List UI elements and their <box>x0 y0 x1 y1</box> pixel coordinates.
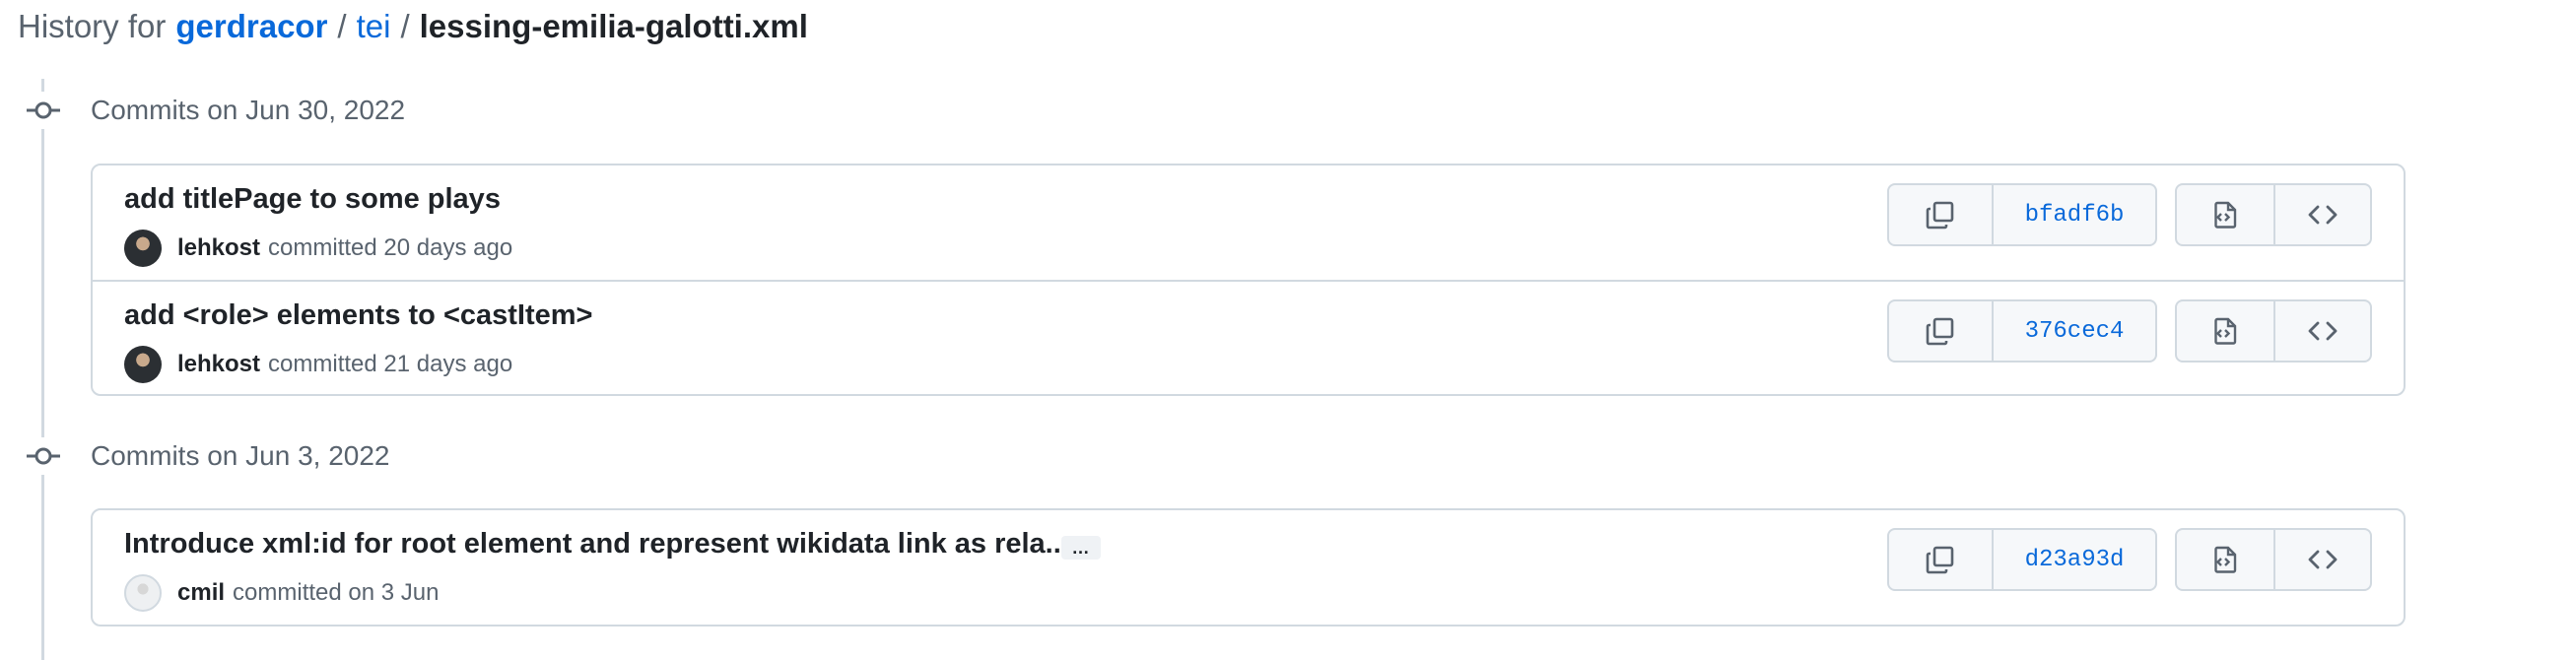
commit-time: committed 21 days ago <box>268 351 513 377</box>
copy-icon <box>1926 201 1954 230</box>
commit-message-link[interactable]: add titlePage to some plays <box>124 183 501 216</box>
commit-sha-link[interactable]: d23a93d <box>1992 530 2155 589</box>
breadcrumb-separator: / <box>337 8 347 44</box>
copy-sha-button[interactable] <box>1889 185 1992 244</box>
commit-actions: d23a93d <box>1887 528 2372 591</box>
commit-meta: lehkost committed 21 days ago <box>124 345 512 384</box>
commit-group-title: Commits on Jun 30, 2022 <box>91 95 406 125</box>
breadcrumb-file: lessing-emilia-galotti.xml <box>419 8 808 44</box>
browse-code-button[interactable] <box>2273 530 2370 589</box>
commit-list: Introduce xml:id for root element and re… <box>91 508 2406 627</box>
commit-row: add titlePage to some plays lehkost comm… <box>93 165 2404 280</box>
commit-row: add <role> elements to <castItem> lehkos… <box>93 280 2404 394</box>
copy-sha-button[interactable] <box>1889 301 1992 361</box>
breadcrumb: History for gerdracor / tei / lessing-em… <box>18 2 808 51</box>
commit-row: Introduce xml:id for root element and re… <box>93 510 2404 625</box>
browse-button-group <box>2175 183 2372 246</box>
browse-code-button[interactable] <box>2273 301 2370 361</box>
commit-time: committed 20 days ago <box>268 234 513 261</box>
browse-code-button[interactable] <box>2273 185 2370 244</box>
breadcrumb-separator: / <box>400 8 410 44</box>
breadcrumb-owner-link[interactable]: gerdracor <box>175 8 327 45</box>
file-code-icon <box>2214 201 2237 229</box>
commit-group-title: Commits on Jun 3, 2022 <box>91 440 390 471</box>
expand-message-button[interactable]: … <box>1061 536 1101 560</box>
code-icon <box>2308 321 2338 341</box>
commit-author-link[interactable]: lehkost <box>177 351 260 378</box>
commit-meta: cmil committed on 3 Jun <box>124 573 439 613</box>
commit-actions: bfadf6b <box>1887 183 2372 246</box>
commit-history-page: History for gerdracor / tei / lessing-em… <box>0 0 2576 660</box>
view-file-button[interactable] <box>2177 301 2273 361</box>
file-code-icon <box>2214 546 2237 573</box>
commit-meta: lehkost committed 20 days ago <box>124 229 512 268</box>
timeline-line <box>41 79 44 660</box>
copy-sha-button[interactable] <box>1889 530 1992 589</box>
avatar[interactable] <box>124 346 162 383</box>
commit-message-link[interactable]: Introduce xml:id for root element and re… <box>124 528 1069 561</box>
code-icon <box>2308 205 2338 225</box>
browse-button-group <box>2175 528 2372 591</box>
copy-icon <box>1926 317 1954 346</box>
sha-button-group: d23a93d <box>1887 528 2157 591</box>
commit-actions: 376cec4 <box>1887 299 2372 363</box>
breadcrumb-repo-link[interactable]: tei <box>357 8 391 45</box>
commit-sha-link[interactable]: 376cec4 <box>1992 301 2155 361</box>
avatar[interactable] <box>124 574 162 612</box>
code-icon <box>2308 550 2338 569</box>
file-code-icon <box>2214 317 2237 345</box>
sha-button-group: bfadf6b <box>1887 183 2157 246</box>
browse-button-group <box>2175 299 2372 363</box>
commit-message-link[interactable]: add <role> elements to <castItem> <box>124 299 592 332</box>
view-file-button[interactable] <box>2177 530 2273 589</box>
git-commit-icon <box>25 92 62 129</box>
copy-icon <box>1926 546 1954 574</box>
commit-sha-link[interactable]: bfadf6b <box>1992 185 2155 244</box>
breadcrumb-prefix: History for <box>18 8 167 44</box>
view-file-button[interactable] <box>2177 185 2273 244</box>
commit-group-header: Commits on Jun 3, 2022 <box>25 434 390 478</box>
commit-group-header: Commits on Jun 30, 2022 <box>25 89 405 132</box>
git-commit-icon <box>25 437 62 475</box>
avatar[interactable] <box>124 230 162 267</box>
commit-time: committed on 3 Jun <box>233 579 440 606</box>
commit-author-link[interactable]: lehkost <box>177 234 260 262</box>
commit-author-link[interactable]: cmil <box>177 579 225 607</box>
sha-button-group: 376cec4 <box>1887 299 2157 363</box>
commit-list: add titlePage to some plays lehkost comm… <box>91 164 2406 396</box>
